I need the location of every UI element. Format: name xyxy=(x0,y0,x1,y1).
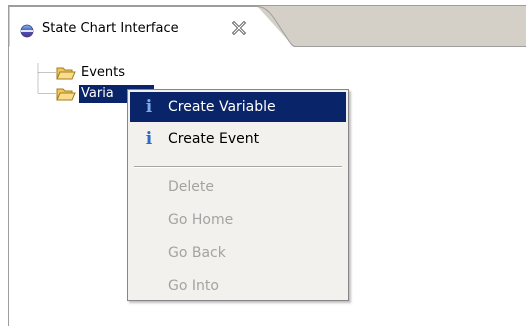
view-tab-strip: State Chart Interface xyxy=(9,6,526,47)
menu-item-delete[interactable]: Delete xyxy=(130,172,346,202)
tree-node-label[interactable]: Events xyxy=(79,64,127,82)
folder-icon xyxy=(56,65,76,81)
tree-node-label-selected[interactable]: Varia xyxy=(79,84,116,103)
state-chart-view-icon xyxy=(20,23,34,38)
menu-item-create-event[interactable]: i Create Event xyxy=(130,124,346,154)
menu-item-go-into[interactable]: Go Into xyxy=(130,271,346,301)
menu-item-go-back[interactable]: Go Back xyxy=(130,238,346,268)
menu-item-label: Go Into xyxy=(168,278,219,294)
menu-item-label: Go Back xyxy=(168,245,226,261)
info-icon: i xyxy=(145,97,153,117)
tree-node-events[interactable]: Events xyxy=(56,63,127,82)
menu-item-create-variable[interactable]: i Create Variable xyxy=(130,92,346,122)
menu-item-label: Create Variable xyxy=(168,99,276,115)
menu-item-label: Go Home xyxy=(168,212,234,228)
context-menu: i Create Variable i Create Event Delete … xyxy=(127,89,349,301)
menu-item-go-home[interactable]: Go Home xyxy=(130,205,346,235)
menu-item-label: Create Event xyxy=(168,131,260,147)
info-icon: i xyxy=(145,129,153,149)
folder-icon xyxy=(56,86,76,102)
menu-separator xyxy=(134,166,342,168)
tab-title[interactable]: State Chart Interface xyxy=(42,21,179,36)
close-icon[interactable] xyxy=(231,20,247,36)
menu-item-label: Delete xyxy=(168,179,214,195)
